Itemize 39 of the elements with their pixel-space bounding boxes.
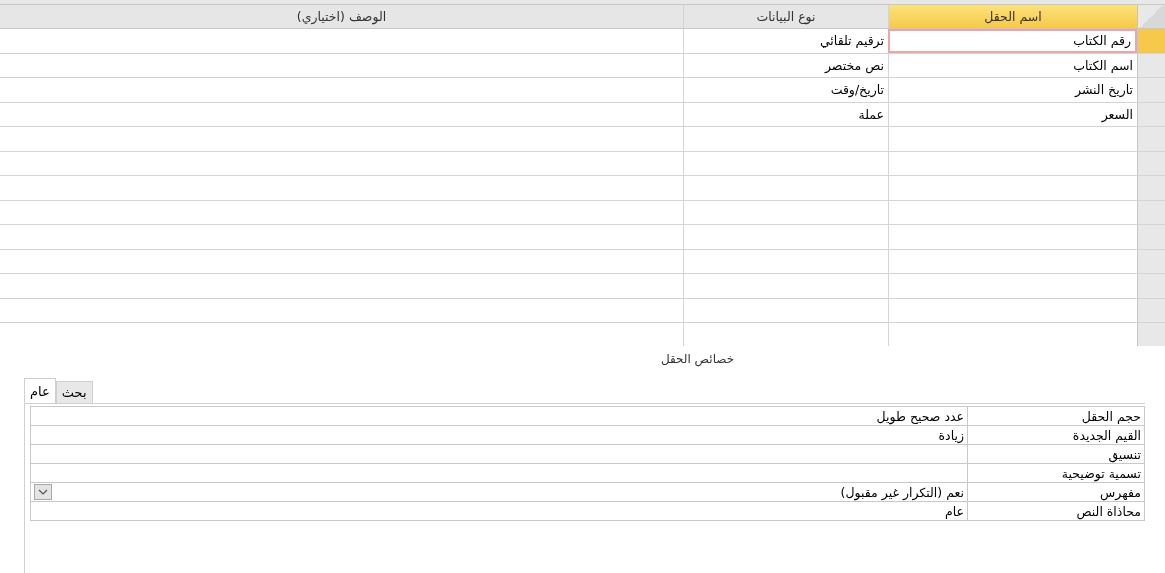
row-selector[interactable]: [1137, 29, 1165, 53]
column-header[interactable]: نوع البيانات: [683, 5, 888, 28]
field-name-cell[interactable]: رقم الكتاب: [888, 29, 1137, 53]
data-type-cell[interactable]: ترقيم تلقائي: [683, 29, 888, 53]
properties-tab[interactable]: عام: [24, 378, 56, 403]
column-header[interactable]: الوصف (اختياري): [0, 5, 683, 28]
row-selector[interactable]: [1137, 323, 1165, 346]
property-label: تنسيق: [967, 445, 1144, 463]
chevron-down-icon: [38, 489, 48, 495]
property-label: محاذاة النص: [967, 502, 1144, 520]
field-name-cell[interactable]: تاريخ النشر: [888, 78, 1137, 102]
property-value[interactable]: زيادة: [938, 427, 964, 443]
row-selector[interactable]: [1137, 53, 1165, 77]
property-value[interactable]: عدد صحيح طويل: [876, 408, 964, 424]
properties-tab[interactable]: بحث: [55, 381, 93, 403]
field-properties-title: خصائص الحقل: [660, 352, 735, 368]
row-selector[interactable]: [1137, 127, 1165, 151]
field-name-cell[interactable]: السعر: [888, 102, 1137, 126]
column-header[interactable]: اسم الحقل: [888, 5, 1137, 28]
property-label: حجم الحقل: [967, 407, 1144, 425]
data-type-cell[interactable]: تاريخ/وقت: [683, 78, 888, 102]
row-selector[interactable]: [1137, 298, 1165, 322]
data-type-cell[interactable]: عملة: [683, 102, 888, 126]
row-selector[interactable]: [1137, 274, 1165, 298]
row-selector[interactable]: [1137, 102, 1165, 126]
property-value[interactable]: عام: [945, 503, 964, 519]
dropdown-button[interactable]: [34, 484, 52, 500]
row-selector[interactable]: [1137, 249, 1165, 273]
data-type-cell[interactable]: نص مختصر: [683, 53, 888, 77]
property-label: القيم الجديدة: [967, 426, 1144, 444]
property-value[interactable]: نعم (التكرار غير مقبول): [840, 484, 964, 500]
field-name-cell[interactable]: اسم الكتاب: [888, 53, 1137, 77]
property-label: تسمية توضيحية: [967, 464, 1144, 482]
row-selector[interactable]: [1137, 200, 1165, 224]
property-label: مفهرس: [967, 483, 1144, 501]
row-selector[interactable]: [1137, 78, 1165, 102]
row-selector[interactable]: [1137, 225, 1165, 249]
row-selector[interactable]: [1137, 151, 1165, 175]
row-selector[interactable]: [1137, 176, 1165, 200]
